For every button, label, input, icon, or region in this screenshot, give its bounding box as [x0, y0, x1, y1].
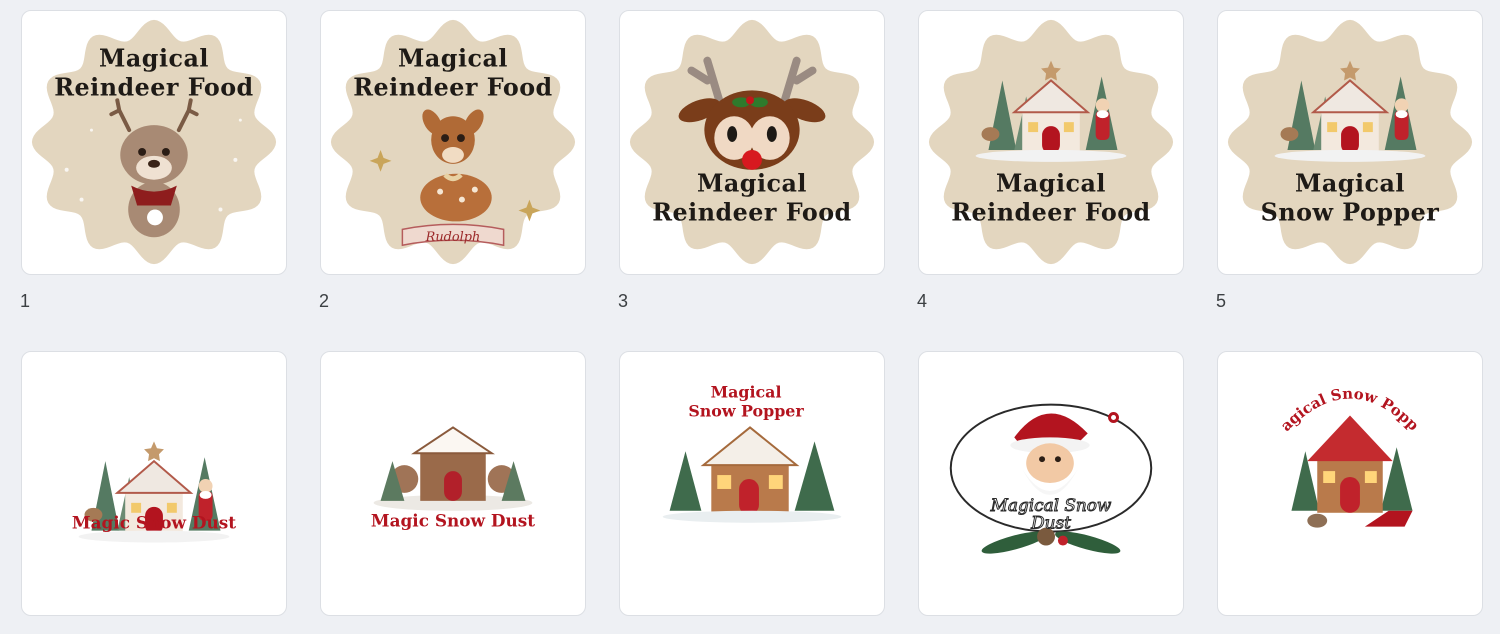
gingerbread-house-icon [373, 426, 533, 511]
gingerbread-artwork: Magic Snow Dust [371, 426, 535, 531]
design-grid: Magical Reindeer Food 1 Rudolph Magical … [0, 0, 1500, 634]
design-card-2[interactable]: Rudolph Magical Reindeer Food [320, 10, 586, 275]
snow-popper-artwork: Magical Snow Popper [662, 383, 842, 523]
design-card-5[interactable]: Magical Snow Popper [1217, 10, 1483, 275]
label-line1: Magical [996, 170, 1106, 198]
label-line2: Snow Popper [1261, 198, 1440, 226]
title-line2: Dust [1030, 513, 1071, 533]
design-card-6[interactable]: Magic Snow Dust [21, 351, 287, 616]
arched-snow-popper-artwork: Magical Snow Popper [1218, 352, 1422, 528]
design-card-10[interactable]: Magical Snow Popper [1217, 351, 1483, 616]
label-line1: Magical [697, 170, 807, 198]
card-number-1: 1 [20, 291, 31, 311]
card-number-2: 2 [319, 291, 330, 311]
design-card-1[interactable]: Magical Reindeer Food [21, 10, 287, 275]
label-line2: Reindeer Food [353, 73, 552, 101]
reindeer-label-artwork: Magical Reindeer Food [31, 19, 277, 265]
card-number-4: 4 [917, 291, 928, 311]
title-line2: Snow Popper [688, 402, 804, 421]
arched-title: Magical Snow Popper [1218, 352, 1422, 435]
cottage-sleigh-icon [1291, 415, 1413, 528]
banner-name: Rudolph [425, 230, 481, 245]
cottage-icon [662, 426, 842, 523]
title-line1: Magical [711, 383, 782, 402]
label-line2: Reindeer Food [54, 73, 253, 101]
label-line1: Magical [99, 45, 209, 73]
village-label-artwork: Magical Reindeer Food [928, 19, 1174, 265]
caption: Magic Snow Dust [72, 513, 236, 533]
santa-oval-artwork: Magical Snow Dust [949, 403, 1153, 554]
design-card-3[interactable]: Magical Reindeer Food [619, 10, 885, 275]
caption: Magic Snow Dust [371, 511, 535, 531]
card-number-5: 5 [1216, 291, 1227, 311]
village-label-artwork: Magical Snow Popper [1227, 19, 1473, 265]
label-line2: Reindeer Food [951, 198, 1150, 226]
design-card-7[interactable]: Magic Snow Dust [320, 351, 586, 616]
design-card-8[interactable]: Magical Snow Popper [619, 351, 885, 616]
reindeer-face-label-artwork: Magical Reindeer Food [629, 19, 875, 265]
label-line2: Reindeer Food [652, 198, 851, 226]
label-line1: Magical [398, 45, 508, 73]
design-card-9[interactable]: Magical Snow Dust [918, 351, 1184, 616]
card-number-3: 3 [618, 291, 629, 311]
snow-dust-artwork: Magic Snow Dust [72, 441, 236, 543]
design-card-4[interactable]: Magical Reindeer Food [918, 10, 1184, 275]
fawn-label-artwork: Rudolph Magical Reindeer Food [330, 19, 576, 265]
label-line1: Magical [1295, 170, 1405, 198]
